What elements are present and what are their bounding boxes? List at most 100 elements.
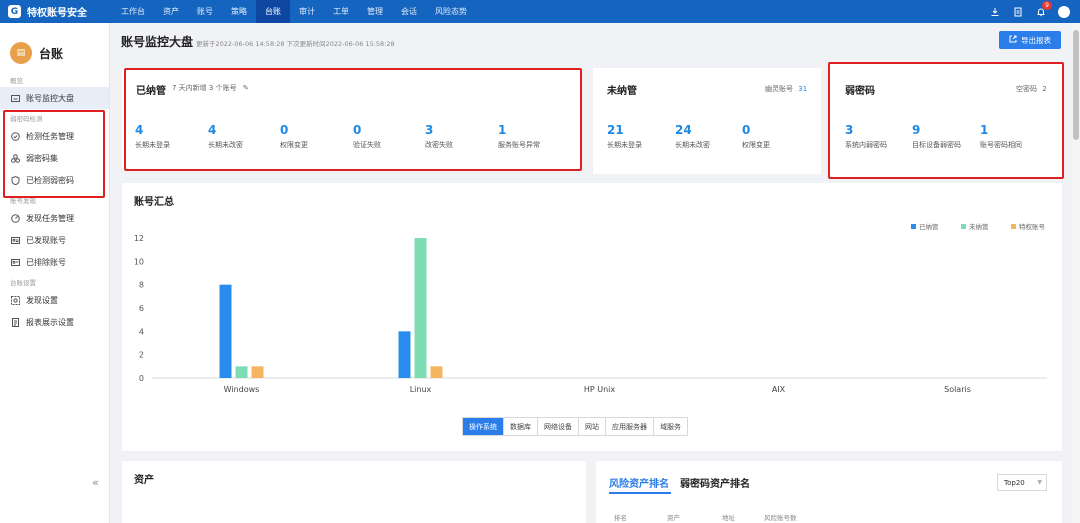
stat-value: 0	[742, 123, 751, 137]
sidebar-item-monitor-dashboard[interactable]: 账号监控大盘	[0, 87, 109, 109]
account-summary-chart: 0 2 4 6 8 10 12 Windows Linux HP Unix AIX Solaris	[134, 234, 1047, 394]
sidebar-item-discovered-accounts[interactable]: 已发现账号	[0, 229, 109, 251]
page-title: 账号监控大盘	[121, 35, 194, 49]
stat-unmanaged-long-no-login[interactable]: 21 长期未登录	[607, 123, 642, 150]
brand[interactable]: G 特权账号安全	[0, 4, 112, 19]
sidebar-item-label: 已发现账号	[26, 235, 66, 245]
y-tick-label: 0	[139, 374, 144, 383]
nav-item-tickets[interactable]: 工单	[324, 0, 358, 23]
sidebar-item-label: 账号监控大盘	[26, 93, 74, 103]
y-tick-label: 8	[139, 281, 144, 290]
sidebar-item-label: 已排除账号	[26, 257, 66, 267]
bar-windows-1[interactable]	[235, 366, 248, 378]
sidebar-item-report-display-settings[interactable]: 报表展示设置	[0, 311, 109, 333]
document-icon[interactable]	[1012, 6, 1023, 17]
export-icon	[1009, 35, 1017, 45]
unmanaged-card: 未纳管 幽灵账号 31 21 长期未登录 24 长期未改密 0 权限变更	[593, 68, 821, 174]
tab-os[interactable]: 操作系统	[463, 418, 504, 435]
tab-database[interactable]: 数据库	[504, 418, 538, 435]
app-title: 特权账号安全	[27, 8, 87, 19]
bell-icon[interactable]: 9	[1035, 1, 1052, 17]
nav-item-workbench[interactable]: 工作台	[112, 0, 154, 23]
user-avatar[interactable]	[1058, 5, 1070, 18]
bar-linux-2[interactable]	[430, 366, 443, 378]
report-icon	[10, 317, 20, 327]
assets-card: 资产	[122, 461, 586, 523]
sidebar-item-discovery-tasks[interactable]: 发现任务管理	[0, 207, 109, 229]
notification-badge: 9	[1042, 1, 1052, 10]
y-tick-label: 6	[139, 304, 144, 313]
x-tick-label: Linux	[410, 385, 432, 394]
sidebar-item-label: 报表展示设置	[26, 317, 74, 327]
column-header-risk-accounts: 风险账号数	[764, 514, 797, 522]
select-value: Top20	[1004, 478, 1025, 487]
top-nav-bar: G 特权账号安全 工作台 资产 账号 策略 台账 审计 工单 管理 会话 风险态…	[0, 0, 1080, 23]
highlight-box-weak-password	[828, 62, 1064, 179]
x-tick-label: Solaris	[944, 385, 971, 394]
stat-unmanaged-long-no-password-change[interactable]: 24 长期未改密	[675, 123, 710, 150]
x-tick-label: AIX	[772, 385, 786, 394]
nav-item-audit[interactable]: 审计	[290, 0, 324, 23]
bar-windows-2[interactable]	[251, 366, 264, 378]
dashboard-icon	[10, 93, 20, 103]
ghost-accounts-value: 31	[798, 85, 808, 93]
nav-item-sessions[interactable]: 会话	[392, 0, 426, 23]
id-card-icon	[10, 235, 20, 245]
radar-icon	[10, 213, 20, 223]
bar-linux-1[interactable]	[414, 238, 427, 378]
column-header-asset: 资产	[667, 514, 680, 522]
sidebar-group-ledger-settings: 台账设置	[10, 279, 36, 287]
sidebar-item-discovery-settings[interactable]: 发现设置	[0, 289, 109, 311]
tab-website[interactable]: 网站	[579, 418, 606, 435]
sidebar-item-label: 发现设置	[26, 295, 58, 305]
y-tick-label: 2	[139, 351, 144, 360]
nav-item-assets[interactable]: 资产	[154, 0, 188, 23]
main-nav: 工作台 资产 账号 策略 台账 审计 工单 管理 会话 风险态势	[112, 0, 476, 23]
stat-label: 长期未改密	[675, 141, 710, 149]
stat-unmanaged-permission-change[interactable]: 0 权限变更	[742, 123, 770, 150]
highlight-box-weak-password-menu	[3, 110, 105, 198]
update-info: 更新于2022-06-06 14:58:28 下次更新时间2022-06-06 …	[196, 40, 395, 48]
stat-label: 长期未登录	[607, 141, 642, 149]
bar-linux-0[interactable]	[398, 331, 411, 378]
sidebar: ▤ 台账 概览 账号监控大盘 弱密码检测 检测任务管理 弱密码集 已检测弱密码 …	[0, 23, 110, 523]
sidebar-group-overview: 概览	[10, 77, 23, 85]
nav-item-admin[interactable]: 管理	[358, 0, 392, 23]
nav-item-ledger[interactable]: 台账	[256, 0, 290, 23]
nav-item-accounts[interactable]: 账号	[188, 0, 222, 23]
category-tabs: 操作系统 数据库 网络设备 网站 应用服务器 域服务	[462, 417, 688, 436]
sidebar-title: 台账	[39, 46, 64, 61]
bar-windows-0[interactable]	[219, 284, 232, 378]
ghost-accounts[interactable]: 幽灵账号 31	[765, 84, 807, 94]
tab-weak-password-asset-ranking[interactable]: 弱密码资产排名	[680, 475, 750, 490]
column-header-address: 地址	[722, 514, 735, 522]
collapse-sidebar-button[interactable]: «	[92, 476, 99, 489]
x-tick-label: HP Unix	[584, 385, 616, 394]
stat-value: 24	[675, 123, 692, 137]
scrollbar-thumb[interactable]	[1073, 30, 1079, 140]
x-tick-label: Windows	[224, 385, 260, 394]
export-report-button[interactable]: 导出报表	[999, 31, 1061, 49]
sidebar-item-label: 发现任务管理	[26, 213, 74, 223]
id-card-excluded-icon	[10, 257, 20, 267]
tab-risk-asset-ranking[interactable]: 风险资产排名	[609, 475, 669, 490]
assets-title: 资产	[134, 475, 154, 486]
ghost-accounts-label: 幽灵账号	[765, 85, 793, 93]
stat-value: 21	[607, 123, 624, 137]
column-header-rank: 排名	[614, 514, 627, 522]
nav-item-policy[interactable]: 策略	[222, 0, 256, 23]
app-logo-icon: G	[8, 5, 21, 18]
sidebar-item-excluded-accounts[interactable]: 已排除账号	[0, 251, 109, 273]
download-icon[interactable]	[989, 6, 1000, 17]
nav-item-risk[interactable]: 风险态势	[426, 0, 476, 23]
top-n-select[interactable]: Top20 ▼	[997, 474, 1047, 491]
settings-frame-icon	[10, 295, 20, 305]
y-tick-label: 12	[134, 234, 144, 243]
export-label: 导出报表	[1021, 35, 1051, 45]
tab-app-server[interactable]: 应用服务器	[606, 418, 654, 435]
highlight-box-managed	[124, 68, 582, 171]
stat-label: 权限变更	[742, 141, 770, 149]
tab-domain-service[interactable]: 域服务	[654, 418, 687, 435]
tab-network-device[interactable]: 网络设备	[538, 418, 579, 435]
y-tick-label: 4	[139, 327, 144, 336]
